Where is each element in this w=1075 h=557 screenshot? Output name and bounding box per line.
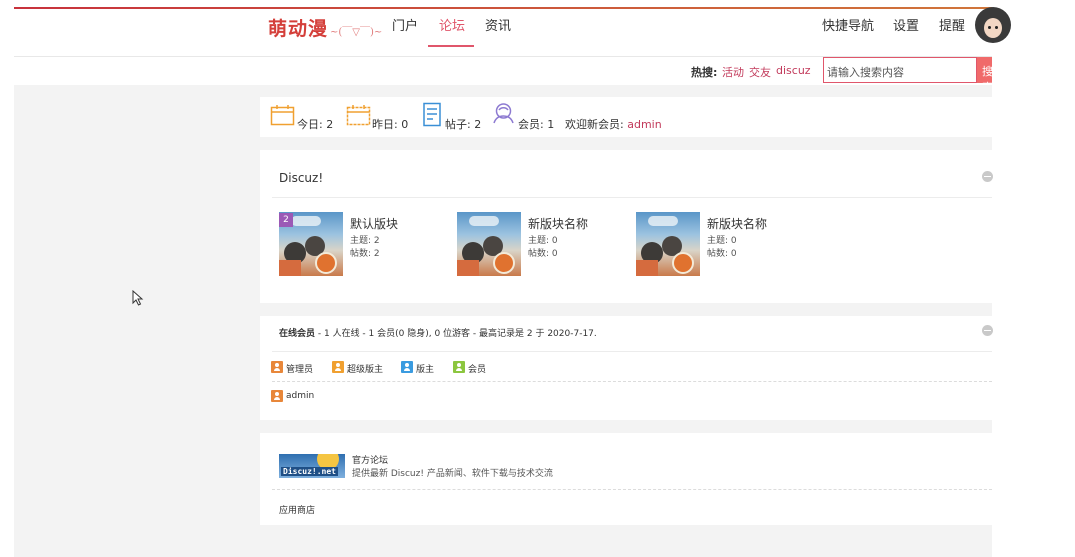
site-logo[interactable]: 萌动漫 ~(￣▽￣)~ — [268, 14, 382, 41]
stat-today: 今日: 2 — [297, 118, 334, 131]
stat-yesterday: 昨日: 0 — [372, 118, 409, 131]
online-title[interactable]: 在线会员 — [279, 329, 315, 339]
legend-admin: 管理员 — [286, 365, 314, 375]
app-store-link[interactable]: 应用商店 — [279, 503, 315, 516]
page: 萌动漫 ~(￣▽￣)~ 门户 论坛 资讯 快捷导航 设置 提醒 热搜: 活动 交友… — [0, 0, 1075, 557]
category-title[interactable]: Discuz! — [279, 171, 323, 185]
legend-member: 会员 — [468, 365, 487, 375]
moderator-role-icon — [401, 361, 413, 373]
nav-forum[interactable]: 论坛 — [439, 15, 465, 34]
links-divider — [272, 489, 992, 490]
legend-super-moderator: 超级版主 — [347, 365, 384, 375]
category-divider — [272, 197, 992, 198]
hot-search-label: 热搜: — [691, 66, 718, 79]
legend-divider — [272, 381, 992, 382]
notifications-link[interactable]: 提醒 — [939, 15, 965, 34]
members-icon — [493, 103, 514, 124]
forum-name[interactable]: 默认版块 — [350, 215, 398, 232]
member-role-icon — [453, 361, 465, 373]
legend-moderator: 版主 — [416, 365, 435, 375]
forum-name[interactable]: 新版块名称 — [707, 215, 767, 232]
user-avatar[interactable] — [975, 7, 1011, 43]
welcome-text: 欢迎新会员: admin — [565, 118, 662, 131]
online-summary: 在线会员 - 1 人在线 - 1 会员(0 隐身), 0 位游客 - 最高记录是… — [279, 329, 597, 339]
nav-active-indicator — [428, 45, 474, 47]
settings-link[interactable]: 设置 — [893, 15, 919, 34]
stat-posts: 帖子: 2 — [445, 118, 482, 131]
hot-link-discuz[interactable]: discuz — [776, 64, 811, 77]
quick-nav-link[interactable]: 快捷导航 — [822, 15, 874, 34]
admin-user-icon — [271, 390, 283, 402]
nav-news[interactable]: 资讯 — [485, 15, 511, 34]
online-divider — [272, 351, 992, 352]
collapse-category-icon[interactable] — [982, 171, 993, 182]
forum-thumbnail[interactable] — [636, 212, 700, 276]
official-forum-description: 提供最新 Discuz! 产品新闻、软件下载与技术交流 — [352, 469, 553, 479]
collapse-online-icon[interactable] — [982, 325, 993, 336]
mouse-cursor-icon — [132, 290, 144, 306]
discuz-logo[interactable]: Discuz!.net — [279, 454, 345, 478]
calendar-yesterday-icon — [346, 105, 371, 126]
forum-posts: 帖数: 0 — [707, 249, 737, 259]
forum-topics: 主题: 0 — [528, 236, 558, 246]
online-user-admin[interactable]: admin — [286, 391, 314, 401]
forum-posts: 帖数: 2 — [350, 249, 380, 259]
friend-links-panel — [260, 433, 992, 525]
official-forum-link[interactable]: 官方论坛 — [352, 453, 388, 466]
search-input[interactable]: 请输入搜索内容 — [823, 57, 977, 83]
forum-name[interactable]: 新版块名称 — [528, 215, 588, 232]
search-button[interactable]: 搜索 — [977, 57, 992, 83]
new-member-link[interactable]: admin — [627, 118, 661, 131]
forum-posts: 帖数: 0 — [528, 249, 558, 259]
forum-topics: 主题: 0 — [707, 236, 737, 246]
hot-link-activity[interactable]: 活动 — [722, 64, 744, 80]
forum-thumbnail[interactable] — [457, 212, 521, 276]
super-moderator-role-icon — [332, 361, 344, 373]
hot-link-friends[interactable]: 交友 — [749, 64, 771, 80]
document-icon — [423, 102, 441, 127]
stat-members: 会员: 1 — [518, 118, 555, 131]
new-posts-badge: 2 — [279, 213, 293, 227]
nav-portal[interactable]: 门户 — [392, 15, 418, 34]
forum-topics: 主题: 2 — [350, 236, 380, 246]
admin-role-icon — [271, 361, 283, 373]
calendar-today-icon — [270, 105, 295, 126]
